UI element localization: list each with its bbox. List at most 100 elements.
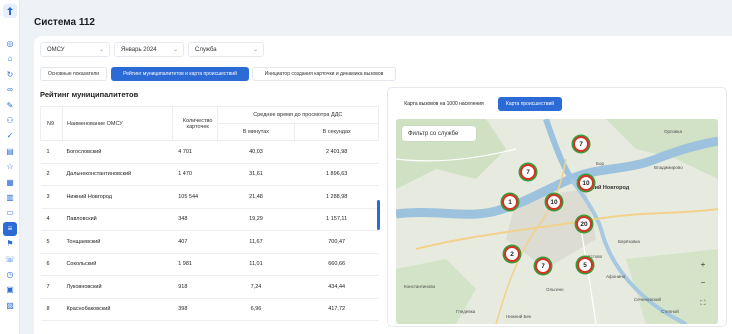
row-number: 1 [40, 140, 63, 164]
table-row[interactable]: 8 Краснобаковский 398 6,96 417,72 [40, 298, 379, 321]
check-circle-icon[interactable]: ✓ [4, 130, 16, 142]
target-icon[interactable]: ◎ [4, 38, 16, 50]
region-select-value: ОМСУ [47, 46, 65, 53]
row-minutes: 19,29 [217, 208, 295, 231]
calendar-icon[interactable]: ▦ [4, 177, 16, 189]
map-place-label: Бор [596, 161, 604, 166]
row-number: 3 [40, 185, 63, 209]
map-place-label: Берёзовка [618, 239, 640, 244]
col-avg-time: Среднее время до просмотра ДДС [216, 106, 380, 124]
incident-map[interactable]: Бор Владимирово Орловка Нижний Новгород … [396, 119, 718, 324]
col-seconds: В секундах [294, 123, 379, 141]
row-number: 2 [40, 163, 63, 186]
col-minutes: В минутах [216, 123, 296, 141]
row-count: 1 470 [172, 163, 218, 186]
phone-icon[interactable]: ☏ [4, 254, 16, 266]
col-count: Количество карточек [171, 106, 218, 141]
zoom-in-button[interactable]: + [698, 259, 708, 269]
row-minutes: 40,03 [217, 140, 295, 164]
row-name: Луковновский [62, 275, 173, 299]
table-row[interactable]: 7 Луковновский 918 7,24 434,44 [40, 275, 379, 299]
row-seconds: 1 288,98 [294, 185, 379, 209]
row-count: 4 701 [172, 140, 218, 164]
refresh-icon[interactable]: ↻ [4, 69, 16, 81]
row-seconds: 1 157,11 [294, 208, 379, 231]
row-name: Нижний Новгород [62, 185, 173, 209]
tab-incidents-map[interactable]: Карта происшествий [498, 97, 562, 111]
logo-icon[interactable] [3, 4, 17, 18]
row-name: Богословский [62, 140, 173, 164]
map-place-label: Афонино [606, 274, 626, 279]
table-row[interactable]: 2 Дальнеконстантиновский 1 470 31,61 1 896,6… [40, 163, 379, 186]
star-icon[interactable]: ☆ [4, 161, 16, 173]
row-minutes: 7,24 [217, 275, 295, 299]
incident-marker[interactable]: 10 [546, 194, 562, 210]
col-name: Наименование ОМСУ [61, 106, 173, 141]
map-place-label: Нижний Бек [506, 314, 531, 319]
users-icon[interactable]: ⚇ [4, 115, 16, 127]
chevron-down-icon: ⌄ [98, 47, 104, 53]
zoom-out-button[interactable]: − [698, 277, 708, 287]
incident-marker[interactable]: 2 [504, 246, 520, 262]
rating-table: N9 Наименование ОМСУ Количество карточек… [40, 106, 380, 321]
fullscreen-icon[interactable]: ⛶ [698, 299, 708, 309]
tab-initiator-dynamics[interactable]: Инициатор создания карточки и динамика в… [252, 67, 396, 81]
row-count: 407 [172, 230, 218, 254]
section-title: Рейтинг муниципалитетов [40, 90, 139, 99]
incident-marker[interactable]: 1 [502, 194, 518, 210]
map-place-label: Степной [661, 309, 679, 314]
calendar-check-icon[interactable]: ▣ [4, 284, 16, 296]
incident-marker[interactable]: 20 [576, 216, 592, 232]
period-select-value: Январь 2024 [121, 46, 157, 53]
sidebar: ◎ ⌂ ↻ ∞ ✎ ⚇ ✓ ▤ ☆ ▦ ▥ ▭ ≡ ⚑ ☏ ◷ ▣ ▧ [0, 0, 20, 334]
row-name: Сокольский [62, 253, 173, 276]
clipboard-icon[interactable]: ▧ [4, 300, 16, 312]
row-count: 348 [172, 208, 218, 231]
tab-main-indicators[interactable]: Основные показатели [40, 67, 107, 81]
building-icon[interactable]: ⌂ [4, 53, 16, 65]
row-seconds: 434,44 [294, 275, 379, 299]
row-name: Тонщаевский [62, 230, 173, 254]
row-count: 918 [172, 275, 218, 299]
row-minutes: 31,61 [217, 163, 295, 186]
table-row[interactable]: 3 Нижний Новгород 105 544 21,48 1 288,98 [40, 185, 379, 209]
table-row[interactable]: 4 Павловский 348 19,29 1 157,11 [40, 208, 379, 231]
bar-chart-icon[interactable]: ▥ [4, 192, 16, 204]
row-minutes: 21,48 [217, 185, 295, 209]
row-count: 398 [172, 298, 218, 321]
incident-marker[interactable]: 7 [535, 258, 551, 274]
row-name: Дальнеконстантиновский [62, 163, 173, 186]
service-select[interactable]: Служба ⌄ [188, 42, 264, 57]
ranking-icon[interactable]: ≡ [3, 221, 17, 236]
row-number: 4 [40, 208, 63, 231]
map-place-label: Константиново [404, 284, 436, 289]
period-select[interactable]: Январь 2024 ⌄ [114, 42, 184, 57]
tab-calls-map[interactable]: Карта вызовов на 1000 населения [395, 97, 493, 111]
link-icon[interactable]: ∞ [4, 84, 16, 96]
region-select[interactable]: ОМСУ ⌄ [40, 42, 110, 57]
incident-marker[interactable]: 7 [520, 164, 536, 180]
row-name: Павловский [62, 208, 173, 231]
table-row[interactable]: 1 Богословский 4 701 40,03 2 401,98 [40, 140, 379, 164]
map-place-label: Ольгино [546, 287, 564, 292]
document-icon[interactable]: ▤ [4, 146, 16, 158]
tab-rating-and-map[interactable]: Рейтинг муниципалитетов и карта происшес… [111, 67, 249, 81]
table-row[interactable]: 5 Тонщаевский 407 11,67 700,47 [40, 230, 379, 254]
flag-icon[interactable]: ⚑ [4, 238, 16, 250]
incident-marker[interactable]: 7 [573, 136, 589, 152]
row-number: 6 [40, 253, 63, 276]
clock-icon[interactable]: ◷ [4, 269, 16, 281]
header: Система 112 [20, 0, 732, 30]
table-scrollbar[interactable] [377, 200, 380, 230]
pen-icon[interactable]: ✎ [4, 100, 16, 112]
row-number: 5 [40, 230, 63, 254]
table-row[interactable]: 6 Сокольский 1 981 11,01 660,66 [40, 253, 379, 276]
row-seconds: 1 896,63 [294, 163, 379, 186]
incident-marker[interactable]: 5 [577, 257, 593, 273]
row-number: 7 [40, 275, 63, 299]
row-count: 1 981 [172, 253, 218, 276]
chevron-down-icon: ⌄ [172, 47, 178, 53]
incident-marker[interactable]: 10 [578, 175, 594, 191]
service-filter-select[interactable]: Фильтр со службе [402, 126, 476, 141]
chat-icon[interactable]: ▭ [4, 207, 16, 219]
